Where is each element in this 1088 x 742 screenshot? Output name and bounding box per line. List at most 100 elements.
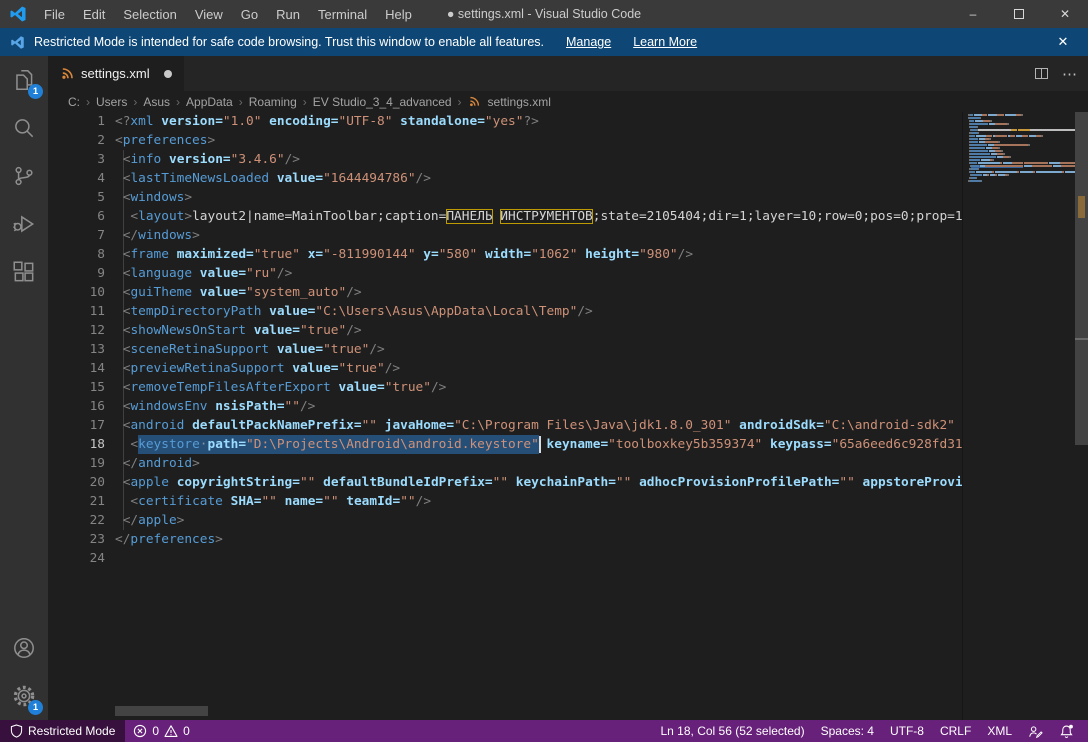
sidebar-item-extensions[interactable]: [0, 248, 48, 296]
accounts-button[interactable]: [0, 624, 48, 672]
code-line[interactable]: 24: [48, 549, 962, 568]
notifications-button[interactable]: [1051, 720, 1082, 742]
line-number[interactable]: 21: [48, 492, 105, 511]
code-line[interactable]: 19 </android>: [48, 454, 962, 473]
line-number[interactable]: 10: [48, 283, 105, 302]
line-number[interactable]: 23: [48, 530, 105, 549]
tab-settings-xml[interactable]: settings.xml: [48, 56, 184, 91]
close-window-button[interactable]: ✕: [1042, 0, 1088, 28]
vertical-scrollbar[interactable]: [1075, 112, 1088, 720]
breadcrumb-item[interactable]: Asus: [141, 95, 172, 109]
code-line[interactable]: 21 <certificate SHA="" name="" teamId=""…: [48, 492, 962, 511]
line-content: <tempDirectoryPath value="C:\Users\Asus\…: [105, 302, 962, 321]
banner-close-icon[interactable]: ✕: [1053, 28, 1073, 56]
code-line[interactable]: 20 <apple copyrightString="" defaultBund…: [48, 473, 962, 492]
breadcrumb-item[interactable]: Users: [94, 95, 129, 109]
editor[interactable]: 1<?xml version="1.0" encoding="UTF-8" st…: [48, 112, 1088, 720]
encoding-status[interactable]: UTF-8: [882, 720, 932, 742]
restricted-mode-status[interactable]: Restricted Mode: [0, 720, 125, 742]
manage-link[interactable]: Manage: [566, 35, 611, 49]
breadcrumb-item[interactable]: AppData: [184, 95, 235, 109]
language-mode-status[interactable]: XML: [979, 720, 1020, 742]
code-line[interactable]: 1<?xml version="1.0" encoding="UTF-8" st…: [48, 112, 962, 131]
breadcrumb-item[interactable]: C:: [66, 95, 82, 109]
menu-help[interactable]: Help: [376, 0, 421, 28]
menu-go[interactable]: Go: [232, 0, 267, 28]
line-number[interactable]: 1: [48, 112, 105, 131]
menu-run[interactable]: Run: [267, 0, 309, 28]
code-line[interactable]: 3 <info version="3.4.6"/>: [48, 150, 962, 169]
code-line[interactable]: 18· <keystore path="D:\Projects\Android\…: [48, 435, 962, 454]
line-number[interactable]: 3: [48, 150, 105, 169]
line-number[interactable]: 2: [48, 131, 105, 150]
line-number[interactable]: 13: [48, 340, 105, 359]
code-line[interactable]: 22 </apple>: [48, 511, 962, 530]
menu-file[interactable]: File: [35, 0, 74, 28]
line-number[interactable]: 5: [48, 188, 105, 207]
vertical-scrollbar-slider[interactable]: [1075, 112, 1088, 445]
menu-edit[interactable]: Edit: [74, 0, 114, 28]
breadcrumb-item[interactable]: EV Studio_3_4_advanced: [311, 95, 454, 109]
line-number[interactable]: 6: [48, 207, 105, 226]
feedback-button[interactable]: [1020, 720, 1051, 742]
problems-status[interactable]: 0 0: [125, 720, 197, 742]
dirty-dot-icon[interactable]: [164, 70, 172, 78]
sidebar-item-run-debug[interactable]: [0, 200, 48, 248]
line-number[interactable]: 16: [48, 397, 105, 416]
code-line[interactable]: 15 <removeTempFilesAfterExport value="tr…: [48, 378, 962, 397]
maximize-button[interactable]: [996, 0, 1042, 28]
cursor-position-status[interactable]: Ln 18, Col 56 (52 selected): [653, 720, 813, 742]
line-number[interactable]: 4: [48, 169, 105, 188]
breadcrumb-item[interactable]: Roaming: [247, 95, 299, 109]
code-line[interactable]: 14 <previewRetinaSupport value="true"/>: [48, 359, 962, 378]
menu-view[interactable]: View: [186, 0, 232, 28]
code-line[interactable]: 17 <android defaultPackNamePrefix="" jav…: [48, 416, 962, 435]
line-number[interactable]: 8: [48, 245, 105, 264]
code-line[interactable]: 11 <tempDirectoryPath value="C:\Users\As…: [48, 302, 962, 321]
code-line[interactable]: 13 <sceneRetinaSupport value="true"/>: [48, 340, 962, 359]
line-number[interactable]: 11: [48, 302, 105, 321]
menu-terminal[interactable]: Terminal: [309, 0, 376, 28]
code-area[interactable]: 1<?xml version="1.0" encoding="UTF-8" st…: [48, 112, 962, 720]
code-line[interactable]: 12 <showNewsOnStart value="true"/>: [48, 321, 962, 340]
line-number[interactable]: 17: [48, 416, 105, 435]
line-number[interactable]: 7: [48, 226, 105, 245]
manage-gear-button[interactable]: 1: [0, 672, 48, 720]
code-line[interactable]: 10 <guiTheme value="system_auto"/>: [48, 283, 962, 302]
more-actions-icon[interactable]: ⋯: [1062, 65, 1078, 83]
code-line[interactable]: 8 <frame maximized="true" x="-811990144"…: [48, 245, 962, 264]
sidebar-item-explorer[interactable]: 1: [0, 56, 48, 104]
horizontal-scrollbar-slider[interactable]: [115, 706, 208, 716]
code-line[interactable]: 6 <layout>layout2|name=MainToolbar;capti…: [48, 207, 962, 226]
code-line[interactable]: 9 <language value="ru"/>: [48, 264, 962, 283]
line-number[interactable]: 12: [48, 321, 105, 340]
warnings-count: 0: [183, 724, 190, 738]
indentation-status[interactable]: Spaces: 4: [813, 720, 882, 742]
code-line[interactable]: 7 </windows>: [48, 226, 962, 245]
code-line[interactable]: 4 <lastTimeNewsLoaded value="1644494786"…: [48, 169, 962, 188]
breadcrumb-separator-icon: ›: [129, 95, 141, 109]
sidebar-item-source-control[interactable]: [0, 152, 48, 200]
code-line[interactable]: 2<preferences>: [48, 131, 962, 150]
line-number[interactable]: 19: [48, 454, 105, 473]
code-line[interactable]: 23</preferences>: [48, 530, 962, 549]
code-line[interactable]: 5 <windows>: [48, 188, 962, 207]
line-number[interactable]: 22: [48, 511, 105, 530]
line-number[interactable]: 18: [48, 435, 105, 454]
sidebar-item-search[interactable]: [0, 104, 48, 152]
minimap[interactable]: [962, 112, 1075, 720]
menu-selection[interactable]: Selection: [114, 0, 185, 28]
search-icon: [11, 115, 37, 141]
split-editor-icon[interactable]: [1033, 65, 1050, 82]
line-number[interactable]: 9: [48, 264, 105, 283]
line-number[interactable]: 20: [48, 473, 105, 492]
line-number[interactable]: 14: [48, 359, 105, 378]
source-control-icon: [11, 163, 37, 189]
breadcrumb-item[interactable]: settings.xml: [486, 95, 553, 109]
eol-status[interactable]: CRLF: [932, 720, 979, 742]
line-number[interactable]: 15: [48, 378, 105, 397]
minimize-button[interactable]: –: [950, 0, 996, 28]
code-line[interactable]: 16 <windowsEnv nsisPath=""/>: [48, 397, 962, 416]
line-number[interactable]: 24: [48, 549, 105, 568]
learn-more-link[interactable]: Learn More: [633, 35, 697, 49]
